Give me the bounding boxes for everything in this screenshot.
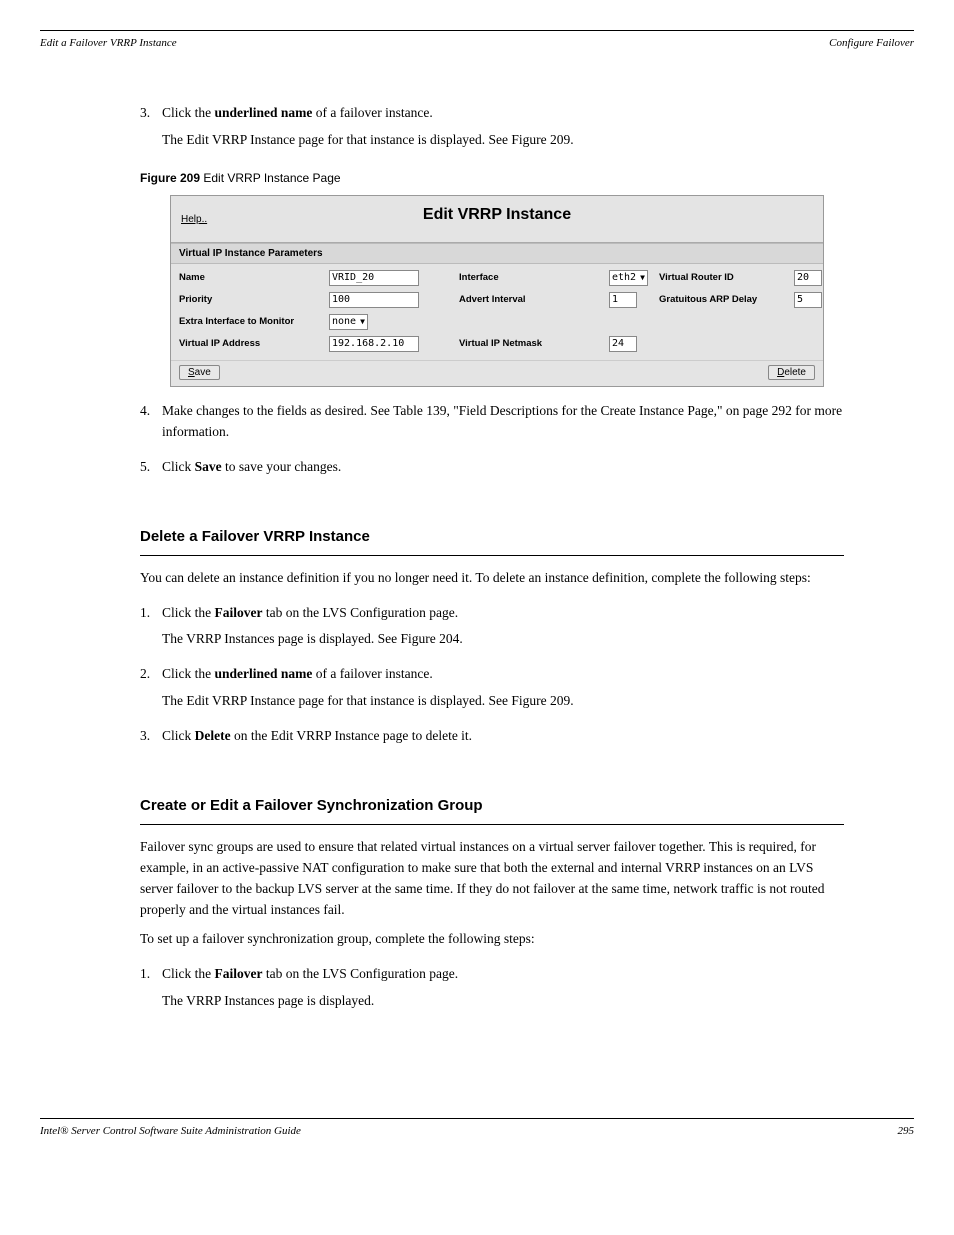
section-rule (140, 555, 844, 556)
input-netmask[interactable] (609, 336, 637, 352)
step-text: Click the underlined name of a failover … (162, 103, 844, 124)
sync-step-1-sub: The VRRP Instances page is displayed. (162, 991, 844, 1012)
page-header: Edit a Failover VRRP Instance Configure … (40, 37, 914, 49)
select-interface[interactable]: eth2▼ (609, 270, 648, 286)
step-4: 4. Make changes to the fields as desired… (140, 401, 844, 443)
buttons-row: Save Delete (171, 360, 823, 386)
figure-title: Edit VRRP Instance Page (203, 171, 340, 185)
label-name: Name (179, 272, 329, 283)
form-grid: Name Interface eth2▼ Virtual Router ID (171, 264, 823, 360)
section-bar: Virtual IP Instance Parameters (171, 243, 823, 264)
delete-intro: You can delete an instance definition if… (140, 568, 844, 589)
label-netmask: Virtual IP Netmask (459, 338, 609, 349)
step-number: 1. (140, 964, 162, 985)
chevron-down-icon: ▼ (640, 273, 645, 282)
sync-para: Failover sync groups are used to ensure … (140, 837, 844, 921)
label-vrid: Virtual Router ID (659, 272, 794, 283)
step-text: Click Delete on the Edit VRRP Instance p… (162, 726, 844, 747)
input-vrid[interactable] (794, 270, 822, 286)
figure-caption: Figure 209 Edit VRRP Instance Page (140, 171, 844, 185)
panel-title: Edit VRRP Instance (181, 206, 813, 224)
step-3-sub: The Edit VRRP Instance page for that ins… (162, 130, 844, 151)
vrrp-panel: Help.. Edit VRRP Instance Virtual IP Ins… (170, 195, 824, 387)
save-button[interactable]: Save (179, 365, 220, 380)
step-3: 3. Click the underlined name of a failov… (140, 103, 844, 124)
section-rule (140, 824, 844, 825)
input-priority[interactable] (329, 292, 419, 308)
step-number: 2. (140, 664, 162, 685)
footer-right: 295 (898, 1125, 915, 1137)
label-vip: Virtual IP Address (179, 338, 329, 349)
figure-label: Figure 209 (140, 171, 203, 185)
label-advert: Advert Interval (459, 294, 609, 305)
step-number: 4. (140, 401, 162, 443)
label-priority: Priority (179, 294, 329, 305)
sync-para2: To set up a failover synchronization gro… (140, 929, 844, 950)
label-arp: Gratuitous ARP Delay (659, 294, 794, 305)
delete-step-2-sub: The Edit VRRP Instance page for that ins… (162, 691, 844, 712)
step-number: 1. (140, 603, 162, 624)
chevron-down-icon: ▼ (360, 317, 365, 326)
footer-left: Intel® Server Control Software Suite Adm… (40, 1125, 301, 1137)
form-row-1: Name Interface eth2▼ Virtual Router ID (179, 270, 815, 286)
step-number: 3. (140, 726, 162, 747)
label-extra: Extra Interface to Monitor (179, 316, 329, 327)
input-vip[interactable] (329, 336, 419, 352)
step-text: Click the Failover tab on the LVS Config… (162, 964, 844, 985)
step-text: Click the underlined name of a failover … (162, 664, 844, 685)
delete-button[interactable]: Delete (768, 365, 815, 380)
form-row-3: Extra Interface to Monitor none▼ (179, 314, 815, 330)
delete-step-3: 3. Click Delete on the Edit VRRP Instanc… (140, 726, 844, 747)
section-sync-title: Create or Edit a Failover Synchronizatio… (140, 797, 844, 814)
step-number: 3. (140, 103, 162, 124)
help-link[interactable]: Help.. (181, 214, 207, 225)
step-number: 5. (140, 457, 162, 478)
delete-step-2: 2. Click the underlined name of a failov… (140, 664, 844, 685)
step-5: 5. Click Save to save your changes. (140, 457, 844, 478)
delete-step-1: 1. Click the Failover tab on the LVS Con… (140, 603, 844, 624)
header-rule (40, 30, 914, 31)
form-row-2: Priority Advert Interval Gratuitous ARP … (179, 292, 815, 308)
step-text: Click the Failover tab on the LVS Config… (162, 603, 844, 624)
delete-step-1-sub: The VRRP Instances page is displayed. Se… (162, 629, 844, 650)
step-text: Click Save to save your changes. (162, 457, 844, 478)
header-right: Configure Failover (829, 37, 914, 49)
footer-rule (40, 1118, 914, 1119)
select-extra[interactable]: none▼ (329, 314, 368, 330)
step-text: Make changes to the fields as desired. S… (162, 401, 844, 443)
panel-header: Help.. Edit VRRP Instance (171, 196, 823, 243)
label-interface: Interface (459, 272, 609, 283)
figure-screenshot: Help.. Edit VRRP Instance Virtual IP Ins… (170, 195, 824, 387)
input-name[interactable] (329, 270, 419, 286)
input-arp[interactable] (794, 292, 822, 308)
input-advert[interactable] (609, 292, 637, 308)
section-delete-title: Delete a Failover VRRP Instance (140, 528, 844, 545)
header-left: Edit a Failover VRRP Instance (40, 37, 177, 49)
page-footer: Intel® Server Control Software Suite Adm… (40, 1125, 914, 1137)
form-row-4: Virtual IP Address Virtual IP Netmask (179, 336, 815, 352)
sync-step-1: 1. Click the Failover tab on the LVS Con… (140, 964, 844, 985)
